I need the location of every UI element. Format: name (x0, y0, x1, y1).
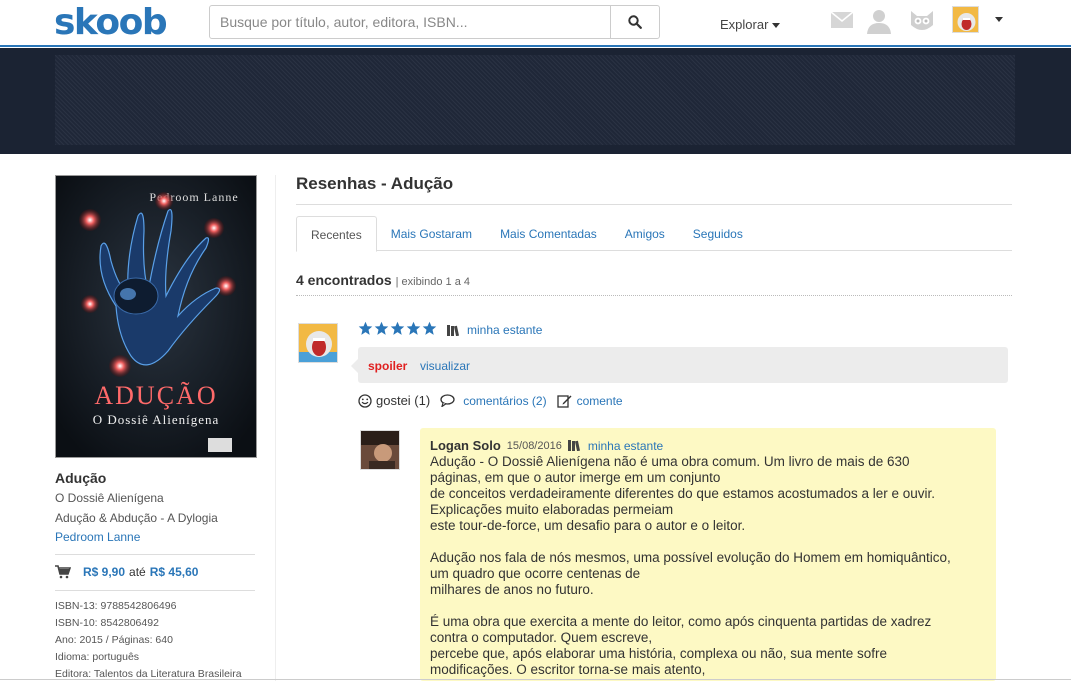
cover-subtitle-text: O Dossiê Alienígena (93, 412, 220, 427)
page-bottom-border (0, 679, 1071, 680)
found-count: 4 encontrados (296, 272, 392, 288)
star-icon (358, 321, 373, 335)
smiley-icon[interactable] (358, 393, 372, 408)
comment-header: Logan Solo 15/08/2016 minha estante (430, 438, 663, 453)
isbn10: ISBN-10: 8542806492 (55, 617, 159, 629)
comment-date: 15/08/2016 (506, 439, 562, 452)
results-count: 4 encontrados | exibindo 1 a 4 (296, 272, 470, 288)
mail-icon[interactable] (830, 11, 854, 29)
language: Idioma: português (55, 651, 140, 663)
found-range: | exibindo 1 a 4 (395, 276, 471, 288)
ad-placeholder (55, 55, 1015, 145)
comment-text: Adução - O Dossiê Alienígena não é uma o… (430, 454, 990, 681)
comment-box: Logan Solo 15/08/2016 minha estante Aduç… (420, 428, 996, 681)
column-separator (275, 175, 276, 681)
price-to: R$ 45,60 (149, 565, 199, 579)
price-from: R$ 9,90 (83, 565, 126, 579)
search-button[interactable] (611, 6, 659, 38)
commenter-shelf-link[interactable]: minha estante (588, 439, 663, 453)
add-comment-link[interactable]: comente (577, 394, 623, 408)
cover-title-text: ADUÇÃO (94, 381, 217, 410)
comment-paragraph: Adução - O Dossiê Alienígena não é uma o… (430, 454, 936, 533)
star-icon (390, 321, 405, 335)
comment-bubble-icon (440, 394, 455, 407)
book-subtitle: O Dossiê Alienígena (55, 491, 164, 505)
star-icon (406, 321, 421, 335)
tab-seguidos[interactable]: Seguidos (679, 216, 757, 251)
divider (296, 295, 1012, 296)
explore-menu[interactable]: Explorar (720, 17, 781, 32)
reviews-title: Resenhas - Adução (296, 174, 454, 193)
shelf-link[interactable]: minha estante (447, 323, 542, 337)
divider (296, 204, 1012, 205)
rating-stars (358, 321, 437, 336)
divider (55, 554, 255, 555)
bookshelf-icon (447, 324, 460, 336)
review-actions: gostei (1) comentários (2) comente (358, 393, 623, 408)
search-icon (628, 15, 642, 29)
commenter-avatar[interactable] (360, 430, 400, 470)
liked-label[interactable]: gostei (1) (376, 393, 430, 408)
owl-icon[interactable] (908, 8, 936, 34)
spoiler-box: spoiler visualizar (351, 347, 1008, 383)
explore-label: Explorar (720, 17, 769, 32)
tab-mais-comentadas[interactable]: Mais Comentadas (486, 216, 611, 251)
chevron-down-icon (772, 23, 781, 29)
banner (0, 48, 1071, 154)
tab-mais-gostaram[interactable]: Mais Gostaram (377, 216, 486, 251)
isbn13: ISBN-13: 9788542806496 (55, 600, 177, 612)
price-separator: até (129, 565, 146, 579)
search-box (209, 5, 660, 39)
review-tabs: Recentes Mais Gostaram Mais Comentadas A… (296, 216, 1012, 252)
year-pages: Ano: 2015 / Páginas: 640 (55, 634, 173, 646)
comment-paragraph: Adução nos fala de nós mesmos, uma possí… (430, 550, 951, 597)
search-input[interactable] (210, 6, 611, 38)
shelf-label: minha estante (467, 323, 543, 337)
book-title: Adução (55, 470, 107, 486)
star-icon (374, 321, 389, 335)
edit-icon (556, 394, 572, 408)
book-series: Adução & Abdução - A Dylogia (55, 511, 218, 525)
price-row[interactable]: R$ 9,90 até R$ 45,60 (55, 565, 198, 579)
top-navbar: skoob Explorar (0, 0, 1071, 47)
bookshelf-icon (567, 440, 580, 451)
reviewer-avatar[interactable] (298, 323, 338, 363)
divider (55, 590, 255, 591)
book-cover[interactable]: Pedroom Lanne ADUÇÃO O Dossiê Alienígena (55, 175, 257, 458)
cart-icon (55, 565, 71, 579)
comment-paragraph: É uma obra que exercita a mente do leito… (430, 614, 932, 677)
user-menu-chevron-icon[interactable] (995, 17, 1003, 22)
user-avatar[interactable] (952, 6, 979, 33)
tab-amigos[interactable]: Amigos (611, 216, 679, 251)
tab-recentes[interactable]: Recentes (296, 216, 377, 252)
view-spoiler-link[interactable]: visualizar (420, 359, 470, 373)
star-icon (422, 321, 437, 335)
comments-link[interactable]: comentários (2) (463, 394, 546, 408)
profile-icon[interactable] (865, 7, 893, 35)
commenter-name[interactable]: Logan Solo (430, 438, 501, 453)
author-link[interactable]: Pedroom Lanne (55, 530, 140, 544)
skoob-logo[interactable]: skoob (54, 2, 168, 43)
spoiler-label: spoiler (368, 359, 408, 373)
